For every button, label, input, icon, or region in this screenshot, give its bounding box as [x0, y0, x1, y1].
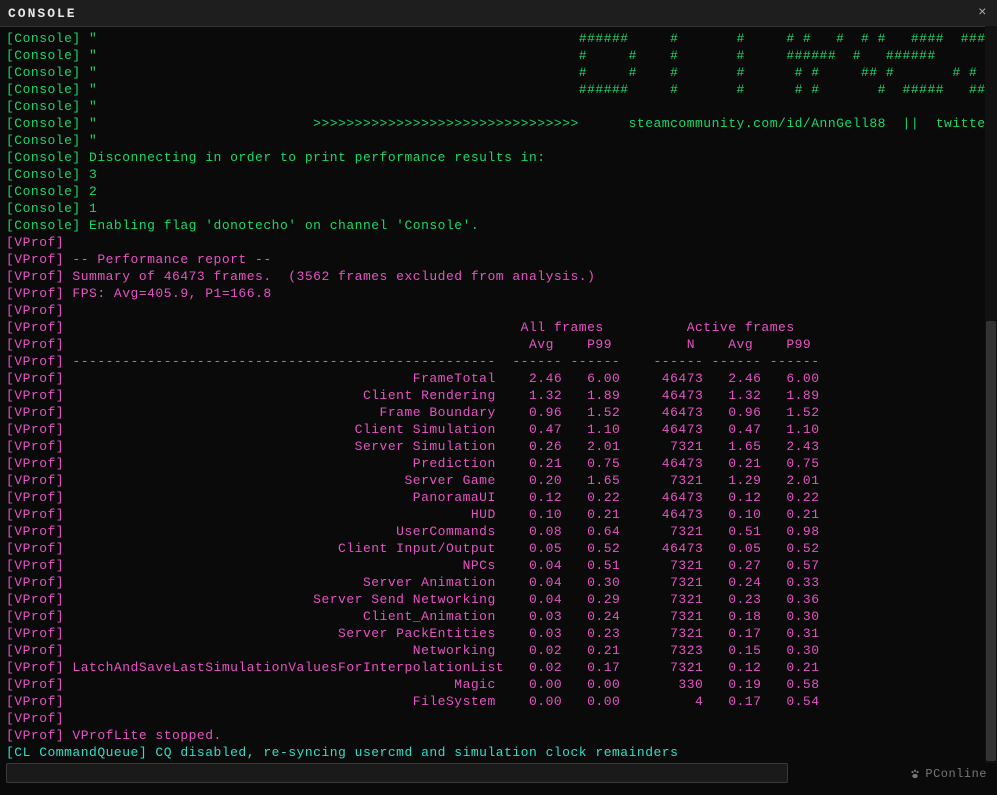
- console-line: [VProf] HUD 0.10 0.21 46473 0.10 0.21: [6, 506, 991, 523]
- scrollbar-track[interactable]: [985, 26, 997, 763]
- console-line: [VProf]: [6, 302, 991, 319]
- console-line: [VProf] NPCs 0.04 0.51 7321 0.27 0.57: [6, 557, 991, 574]
- console-line: [VProf] Server Send Networking 0.04 0.29…: [6, 591, 991, 608]
- console-line: [Console] " ###### # # # # # # # #### ##…: [6, 30, 991, 47]
- console-line: [Console] Disconnecting in order to prin…: [6, 149, 991, 166]
- console-line: [Console] 3: [6, 166, 991, 183]
- console-line: [VProf] Frame Boundary 0.96 1.52 46473 0…: [6, 404, 991, 421]
- console-line: [VProf] Client Simulation 0.47 1.10 4647…: [6, 421, 991, 438]
- console-line: [VProf] Server Simulation 0.26 2.01 7321…: [6, 438, 991, 455]
- watermark-text: PConline: [925, 767, 987, 781]
- console-line: [VProf] Magic 0.00 0.00 330 0.19 0.58: [6, 676, 991, 693]
- console-line: [VProf] -- Performance report --: [6, 251, 991, 268]
- console-output[interactable]: [Console] " ###### # # # # # # # #### ##…: [0, 26, 997, 763]
- console-line: [Console] " # # # # # # ## # # # #: [6, 64, 991, 81]
- console-input[interactable]: [6, 763, 788, 783]
- close-button[interactable]: ×: [974, 5, 991, 21]
- console-line: [CL CommandQueue] CQ disabled, re-syncin…: [6, 744, 991, 761]
- console-line: [VProf] --------------------------------…: [6, 353, 991, 370]
- scrollbar-thumb[interactable]: [986, 321, 996, 761]
- console-line: [Console] ": [6, 132, 991, 149]
- console-line: [VProf] PanoramaUI 0.12 0.22 46473 0.12 …: [6, 489, 991, 506]
- titlebar: CONSOLE ×: [0, 0, 997, 27]
- paw-icon: [909, 768, 921, 780]
- console-line: [VProf]: [6, 234, 991, 251]
- console-line: [Console] " # # # # ###### # ###### # # …: [6, 47, 991, 64]
- console-line: [VProf] Client_Animation 0.03 0.24 7321 …: [6, 608, 991, 625]
- console-line: [VProf] FileSystem 0.00 0.00 4 0.17 0.54: [6, 693, 991, 710]
- console-line: [VProf] Server Game 0.20 1.65 7321 1.29 …: [6, 472, 991, 489]
- console-line: [Console] Enabling flag 'donotecho' on c…: [6, 217, 991, 234]
- footer: [0, 763, 997, 783]
- console-line: [Console] 2: [6, 183, 991, 200]
- console-line: [VProf] Server PackEntities 0.03 0.23 73…: [6, 625, 991, 642]
- console-line: [VProf] LatchAndSaveLastSimulationValues…: [6, 659, 991, 676]
- console-line: [VProf] Avg P99 N Avg P99: [6, 336, 991, 353]
- console-line: [VProf]: [6, 710, 991, 727]
- console-line: [Console] " ###### # # # # # ##### #####…: [6, 81, 991, 98]
- console-line: [VProf] All frames Active frames: [6, 319, 991, 336]
- console-line: [VProf] Summary of 46473 frames. (3562 f…: [6, 268, 991, 285]
- console-line: [VProf] Client Input/Output 0.05 0.52 46…: [6, 540, 991, 557]
- console-line: [Console] " >>>>>>>>>>>>>>>>>>>>>>>>>>>>…: [6, 115, 991, 132]
- console-line: [Console] ": [6, 98, 991, 115]
- console-line: [VProf] UserCommands 0.08 0.64 7321 0.51…: [6, 523, 991, 540]
- console-line: [VProf] Client Rendering 1.32 1.89 46473…: [6, 387, 991, 404]
- console-line: [VProf] Networking 0.02 0.21 7323 0.15 0…: [6, 642, 991, 659]
- console-line: [Console] 1: [6, 200, 991, 217]
- window-title: CONSOLE: [8, 6, 77, 21]
- console-line: [VProf] FPS: Avg=405.9, P1=166.8: [6, 285, 991, 302]
- console-line: [VProf] Server Animation 0.04 0.30 7321 …: [6, 574, 991, 591]
- console-line: [VProf] VProfLite stopped.: [6, 727, 991, 744]
- console-line: [VProf] Prediction 0.21 0.75 46473 0.21 …: [6, 455, 991, 472]
- console-line: [VProf] FrameTotal 2.46 6.00 46473 2.46 …: [6, 370, 991, 387]
- watermark: PConline: [909, 767, 987, 781]
